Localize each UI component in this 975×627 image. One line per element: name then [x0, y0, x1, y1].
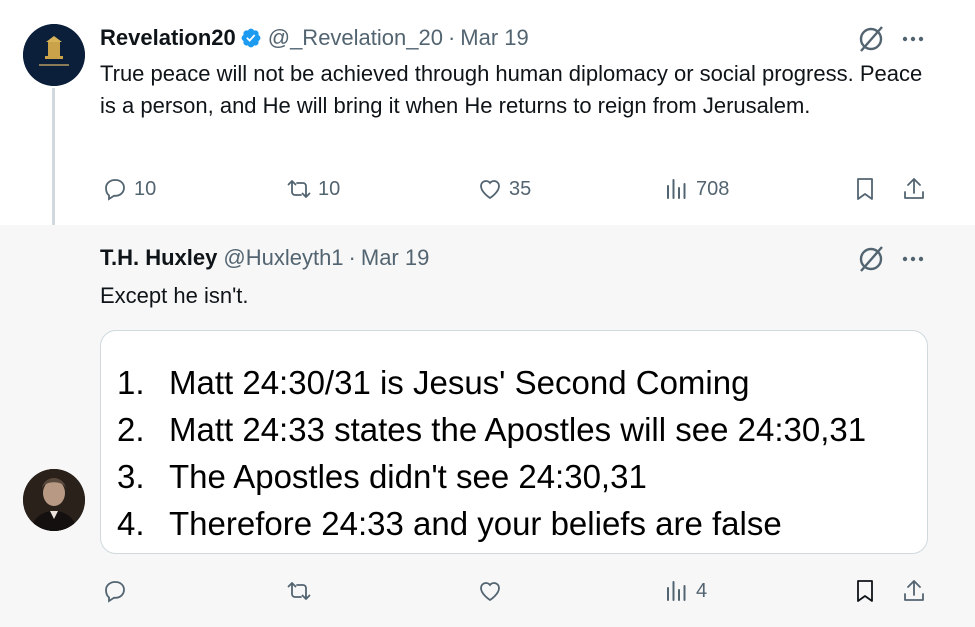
views-button[interactable]: 4: [664, 575, 707, 607]
like-button[interactable]: 35: [477, 173, 531, 205]
repost-count: 10: [318, 177, 341, 200]
image-list-item: 1. Matt 24:30/31 is Jesus' Second Coming: [117, 364, 750, 401]
share-button[interactable]: [901, 575, 927, 607]
tweet-text: Except he isn't.: [100, 283, 249, 308]
share-icon: [904, 580, 924, 601]
grok-icon[interactable]: [856, 24, 886, 54]
tweet-text: True peace will not be achieved through …: [100, 61, 923, 118]
grok-icon[interactable]: [856, 244, 886, 274]
repost-button[interactable]: 10: [286, 173, 340, 205]
like-icon: [480, 582, 500, 602]
timestamp[interactable]: Mar 19: [361, 245, 429, 271]
handle[interactable]: @Huxleyth1: [223, 245, 343, 271]
image-list: 1. Matt 24:30/31 is Jesus' Second Coming …: [117, 359, 866, 547]
reply-button[interactable]: [102, 575, 128, 607]
reply-icon: [105, 581, 125, 603]
separator-dot: ·: [447, 25, 456, 50]
like-icon: [480, 180, 500, 200]
avatar[interactable]: [23, 24, 85, 86]
timestamp[interactable]: Mar 19: [460, 25, 528, 51]
action-bar: 4: [0, 575, 975, 607]
bookmark-icon: [857, 580, 873, 602]
display-name[interactable]: Revelation20: [100, 25, 236, 51]
views-count: 4: [696, 579, 708, 602]
more-icon[interactable]: [900, 26, 926, 52]
tweet-huxley[interactable]: T.H. Huxley @Huxleyth1 · Mar 19 Except h…: [0, 225, 975, 627]
revelation20-logo-icon: [23, 24, 85, 86]
views-icon: [667, 179, 686, 199]
tweet-header: T.H. Huxley @Huxleyth1 · Mar 19: [100, 244, 429, 272]
thread-connector: [52, 88, 55, 240]
verified-badge-icon: [240, 27, 262, 49]
views-button[interactable]: 708: [664, 173, 729, 205]
bookmark-button[interactable]: [852, 173, 878, 205]
image-list-item: 3. The Apostles didn't see 24:30,31: [117, 458, 647, 495]
more-icon[interactable]: [900, 246, 926, 272]
handle[interactable]: @_Revelation_20: [268, 25, 443, 51]
views-count: 708: [696, 177, 730, 200]
separator-dot: ·: [348, 245, 356, 270]
views-icon: [667, 581, 686, 601]
repost-icon: [287, 582, 311, 600]
avatar[interactable]: [23, 469, 85, 531]
reply-button[interactable]: 10: [102, 173, 156, 205]
attached-image[interactable]: 1. Matt 24:30/31 is Jesus' Second Coming …: [100, 330, 928, 554]
reply-icon: [105, 179, 125, 201]
bookmark-button[interactable]: [852, 575, 878, 607]
image-list-item: 4. Therefore 24:33 and your beliefs are f…: [117, 505, 782, 542]
display-name[interactable]: T.H. Huxley: [100, 245, 217, 271]
repost-button[interactable]: [286, 575, 312, 607]
image-list-item: 2. Matt 24:33 states the Apostles will se…: [117, 411, 867, 448]
bookmark-icon: [857, 178, 873, 200]
portrait-avatar-icon: [23, 469, 85, 531]
like-count: 35: [509, 177, 532, 200]
like-button[interactable]: [477, 575, 503, 607]
action-bar: 10 10 35 708: [0, 173, 975, 205]
share-icon: [904, 178, 924, 199]
share-button[interactable]: [901, 173, 927, 205]
tweet-header: Revelation20 @_Revelation_20 · Mar 19: [100, 24, 529, 52]
reply-count: 10: [134, 177, 157, 200]
tweet-revelation20[interactable]: Revelation20 @_Revelation_20 · Mar 19 Tr…: [0, 0, 975, 240]
repost-icon: [287, 180, 311, 198]
